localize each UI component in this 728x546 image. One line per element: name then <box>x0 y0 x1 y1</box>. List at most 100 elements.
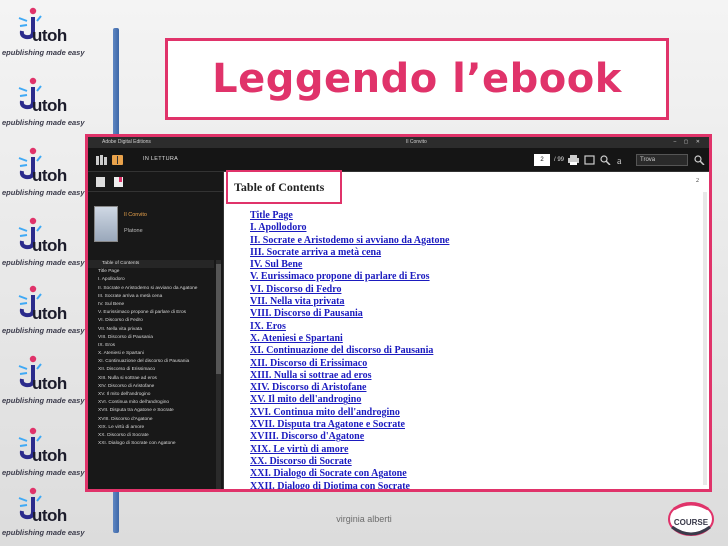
jutoh-logo: utoh epublishing made easy <box>2 72 86 138</box>
chapter-link[interactable]: XII. Discorso di Erissimaco <box>250 358 449 370</box>
logo-word: utoh <box>32 304 67 323</box>
sidebar-toc-item[interactable]: XVI. Continua mito dell'androgino <box>88 399 214 407</box>
window-titlebar: Adobe Digital Editions Il Convito – ▢ ✕ <box>88 137 709 148</box>
slide-title: Leggendo l’ebook <box>212 56 622 102</box>
book-cover-thumbnail[interactable] <box>94 206 118 242</box>
reader-toolbar: IN LETTURA 2 / 99 a Trova <box>88 148 709 172</box>
logo-tagline: epublishing made easy <box>2 528 85 537</box>
logo-tagline: epublishing made easy <box>2 188 85 197</box>
window-controls[interactable]: – ▢ ✕ <box>674 137 703 148</box>
sidebar-book-title: Il Convito <box>124 212 147 218</box>
sidebar-toc-item[interactable]: Title Page <box>88 268 214 276</box>
logo-column: utoh epublishing made easy utoh epublish… <box>0 0 88 546</box>
sidebar-toc-item[interactable]: XII. Discorso di Erissimaco <box>88 366 214 374</box>
jutoh-logo: utoh epublishing made easy <box>2 422 86 488</box>
sidebar-toc-item[interactable]: VI. Discorso di Fedro <box>88 317 214 325</box>
jutoh-logo: utoh epublishing made easy <box>2 350 86 416</box>
logo-word: utoh <box>32 374 67 393</box>
app-title: Adobe Digital Editions <box>102 139 151 145</box>
chapter-link[interactable]: III. Socrate arriva a metà cena <box>250 247 449 259</box>
fit-page-icon[interactable] <box>584 155 595 165</box>
zoom-icon[interactable] <box>600 155 611 165</box>
chapter-link[interactable]: XI. Continuazione del discorso di Pausan… <box>250 345 449 357</box>
chapter-link[interactable]: I. Apollodoro <box>250 222 449 234</box>
logo-tagline: epublishing made easy <box>2 48 85 57</box>
chapter-link[interactable]: XIX. Le virtù di amore <box>250 444 449 456</box>
logo-word: utoh <box>32 26 67 45</box>
jutoh-logo: utoh epublishing made easy <box>2 212 86 278</box>
sidebar-toc-item[interactable]: XVIII. Discorso d'Agatone <box>88 416 214 424</box>
svg-text:COURSE: COURSE <box>674 518 709 527</box>
slide-footer: virginia alberti <box>336 514 392 524</box>
logo-tagline: epublishing made easy <box>2 326 85 335</box>
chapter-link[interactable]: VII. Nella vita privata <box>250 296 449 308</box>
page-scrollbar[interactable] <box>703 192 707 485</box>
sidebar-toc-item[interactable]: II. Socrate e Aristodemo si avviano da A… <box>88 285 214 293</box>
chapter-link[interactable]: XIV. Discorso di Aristofane <box>250 382 449 394</box>
search-input[interactable]: Trova <box>636 154 688 166</box>
page-total: / 99 <box>554 157 565 163</box>
logo-word: utoh <box>32 236 67 255</box>
chapter-link[interactable]: XXII. Dialogo di Diotima con Socrate <box>250 481 449 489</box>
sidebar-toc-item[interactable]: XIV. Discorso di Aristofane <box>88 383 214 391</box>
chapter-link[interactable]: VI. Discorso di Fedro <box>250 284 449 296</box>
toc-heading: Table of Contents <box>234 180 325 194</box>
sidebar-toc-item[interactable]: I. Apollodoro <box>88 276 214 284</box>
sidebar-toc-item[interactable]: XVII. Disputa tra Agatone e Socrate <box>88 407 214 415</box>
jutoh-logo: utoh epublishing made easy <box>2 280 86 346</box>
sidebar-toc-list: Table of Contents Title Page I. Apollodo… <box>88 260 214 448</box>
chapter-link[interactable]: X. Ateniesi e Spartani <box>250 333 449 345</box>
sidebar-toc-item[interactable]: X. Ateniesi e Spartani <box>88 350 214 358</box>
jutoh-logo: utoh epublishing made easy <box>2 142 86 208</box>
font-size-icon[interactable]: a <box>616 155 627 165</box>
reader-sidebar: Il Convito Platone Table of Contents Tit… <box>88 172 224 489</box>
sidebar-toc-item[interactable]: V. Eurissimaco propone di parlare di Ero… <box>88 309 214 317</box>
search-icon[interactable] <box>694 155 705 165</box>
sidebar-book-author: Platone <box>124 228 143 234</box>
sidebar-tabs <box>88 172 223 192</box>
chapter-link[interactable]: IV. Sul Bene <box>250 259 449 271</box>
sidebar-toc-heading[interactable]: Table of Contents <box>88 260 214 269</box>
logo-word: utoh <box>32 166 67 185</box>
chapter-link[interactable]: XIII. Nulla si sottrae ad eros <box>250 370 449 382</box>
page-input[interactable]: 2 <box>534 154 550 166</box>
sidebar-toc-item[interactable]: XI. Continuazione del discorso di Pausan… <box>88 358 214 366</box>
sidebar-toc-item[interactable]: VIII. Discorso di Pausania <box>88 334 214 342</box>
sidebar-toc-item[interactable]: IV. Sul Bene <box>88 301 214 309</box>
chapter-links: Title Page I. Apollodoro II. Socrate e A… <box>250 210 449 489</box>
chapter-link[interactable]: Title Page <box>250 210 449 222</box>
sidebar-scrollbar[interactable] <box>216 260 221 489</box>
chapter-link[interactable]: XX. Discorso di Socrate <box>250 456 449 468</box>
sidebar-toc-item[interactable]: VII. Nella vita privata <box>88 326 214 334</box>
logo-tagline: epublishing made easy <box>2 258 85 267</box>
page-number: 2 <box>696 178 699 184</box>
sidebar-toc-item[interactable]: XXI. Dialogo di Socrate con Agatone <box>88 440 214 448</box>
sidebar-toc-item[interactable]: IX. Eros <box>88 342 214 350</box>
logo-word: utoh <box>32 96 67 115</box>
reading-view-icon[interactable] <box>112 155 123 165</box>
chapter-link[interactable]: XV. Il mito dell'androgino <box>250 394 449 406</box>
chapter-link[interactable]: IX. Eros <box>250 321 449 333</box>
chapter-link[interactable]: XVII. Disputa tra Agatone e Socrate <box>250 419 449 431</box>
logo-tagline: epublishing made easy <box>2 468 85 477</box>
print-icon[interactable] <box>568 155 579 165</box>
chapter-link[interactable]: II. Socrate e Aristodemo si avviano da A… <box>250 235 449 247</box>
chapter-link[interactable]: XVI. Continua mito dell'androgino <box>250 407 449 419</box>
bookmark-icon[interactable] <box>114 177 123 187</box>
reading-mode-label: IN LETTURA <box>143 156 179 162</box>
chapter-link[interactable]: XXI. Dialogo di Socrate con Agatone <box>250 468 449 480</box>
logo-tagline: epublishing made easy <box>2 396 85 405</box>
jutoh-logo: utoh epublishing made easy <box>2 2 86 68</box>
sidebar-toc-item[interactable]: XV. Il mito dell'androgino <box>88 391 214 399</box>
book-info-icon[interactable] <box>96 177 105 187</box>
logo-word: utoh <box>32 446 67 465</box>
chapter-link[interactable]: VIII. Discorso di Pausania <box>250 308 449 320</box>
sidebar-toc-item[interactable]: XIII. Nulla si sottrae ad eros <box>88 375 214 383</box>
sidebar-toc-item[interactable]: III. Socrate arriva a metà cena <box>88 293 214 301</box>
sidebar-toc-item[interactable]: XX. Discorso di Socrate <box>88 432 214 440</box>
library-icon[interactable] <box>96 155 107 165</box>
sidebar-toc-item[interactable]: XIX. Le virtù di amore <box>88 424 214 432</box>
chapter-link[interactable]: V. Eurissimaco propone di parlare di Ero… <box>250 271 449 283</box>
chapter-link[interactable]: XVIII. Discorso d'Agatone <box>250 431 449 443</box>
reader-screenshot: Adobe Digital Editions Il Convito – ▢ ✕ … <box>85 134 712 492</box>
